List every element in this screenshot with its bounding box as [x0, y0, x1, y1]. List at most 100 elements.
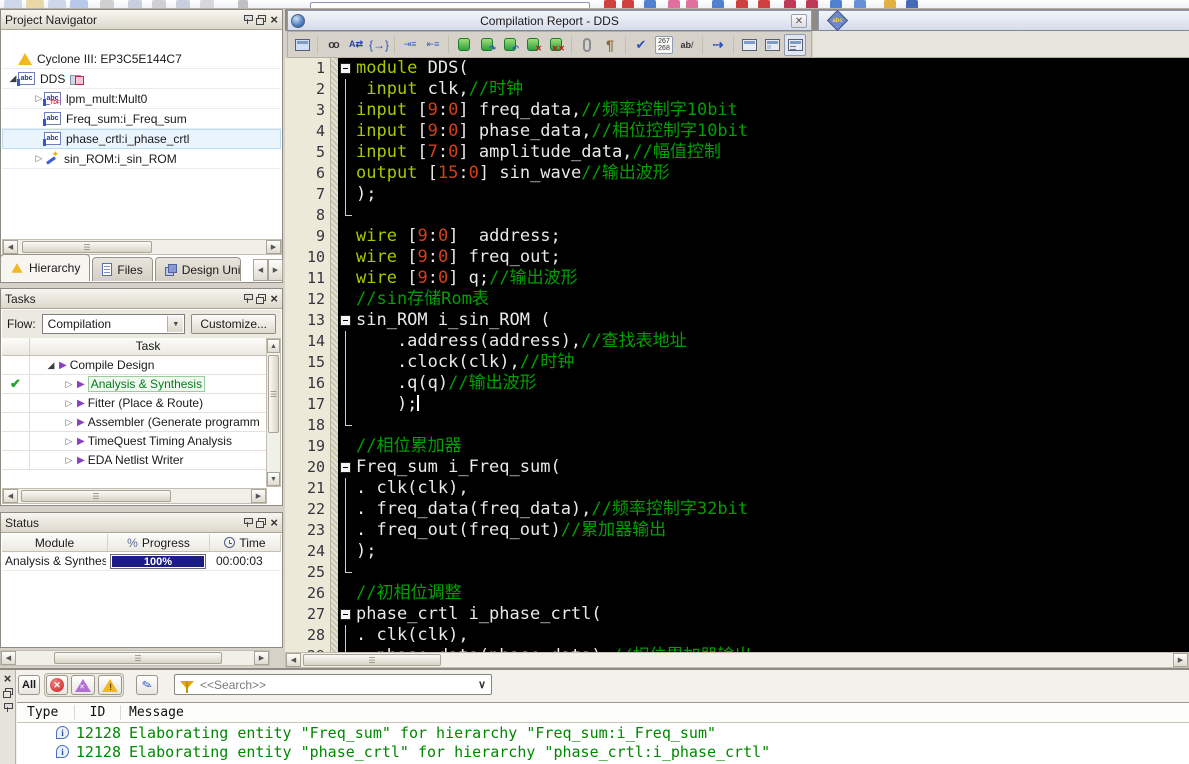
find-icon[interactable]: oo — [322, 34, 344, 56]
status-header[interactable]: Status × — [1, 513, 282, 533]
editor-hscrollbar[interactable]: ◀ ☰ ▶ — [285, 652, 1189, 668]
tasks-vscrollbar[interactable]: ▲ ☰ ▼ — [266, 338, 281, 487]
task-row-fitter-place-route-[interactable]: ▷ ▶ Fitter (Place & Route) — [2, 394, 266, 413]
message-row[interactable]: i 12128 Elaborating entity "Freq_sum" for … — [17, 723, 1189, 742]
hierarchy-tree[interactable]: Cyclone III: EP3C5E144C7◢abcDDS▷abclpm_m… — [2, 31, 281, 239]
fold-toggle-icon[interactable] — [338, 604, 354, 625]
close-icon[interactable]: × — [4, 672, 12, 685]
task-row-analysis-synthesis[interactable]: ✔ ▷ ▶ Analysis & Synthesis — [2, 375, 266, 394]
task-row-compile-design[interactable]: ◢ ▶ Compile Design — [2, 356, 266, 375]
pin-icon[interactable] — [3, 702, 13, 713]
compilation-report-titlebar[interactable]: Compilation Report - DDS ✕ — [287, 10, 812, 31]
tasks-header[interactable]: Tasks × — [1, 289, 282, 309]
scroll-up-icon[interactable]: ▲ — [267, 339, 280, 353]
tab-design-units[interactable]: Design Units — [154, 257, 241, 281]
float-icon[interactable] — [256, 293, 267, 304]
line-counter-icon[interactable]: 267 268 — [653, 34, 675, 56]
pin-icon[interactable] — [243, 293, 254, 304]
task-row-assembler-generate-programm[interactable]: ▷ ▶ Assembler (Generate programm — [2, 413, 266, 432]
expander-icon[interactable]: ▷ — [64, 379, 74, 390]
message-search-box[interactable]: <<Search>> ∨ — [174, 674, 492, 695]
jump-icon[interactable]: ⇢ — [707, 34, 729, 56]
expander-icon[interactable]: ◢ — [46, 360, 56, 371]
bookmark-icon[interactable] — [453, 34, 475, 56]
task-row-eda-netlist-writer[interactable]: ▷ ▶ EDA Netlist Writer — [2, 451, 266, 470]
pin-icon[interactable] — [243, 517, 254, 528]
project-navigator-header[interactable]: Project Navigator × — [1, 10, 282, 30]
task-list[interactable]: ◢ ▶ Compile Design ✔ ▷ ▶ Analysis & Synthesis ▷… — [2, 356, 266, 487]
bookmark-prev-icon[interactable]: ↶ — [499, 34, 521, 56]
tree-item-freq-sum-i-freq-sum[interactable]: abc Freq_sum:i_Freq_sum — [2, 109, 281, 129]
close-icon[interactable]: × — [270, 13, 278, 26]
close-icon[interactable]: × — [270, 516, 278, 529]
tree-item-lpm-mult-mult0[interactable]: ▷abclpm_mult:Mult0 — [2, 89, 281, 109]
chevron-down-icon[interactable]: ∨ — [478, 678, 486, 691]
indent-icon[interactable]: ⇥≡ — [399, 34, 421, 56]
tasks-hscrollbar[interactable]: ◀ ☰ ▶ — [2, 488, 267, 504]
close-icon[interactable]: ✕ — [791, 14, 807, 28]
filter-errors-button[interactable]: ✕ — [46, 675, 69, 695]
tree-item-phase-crtl-i-phase-crtl[interactable]: abc phase_crtl:i_phase_crtl — [2, 129, 281, 149]
fold-toggle-icon[interactable] — [338, 310, 354, 331]
expander-icon[interactable]: ▷ — [64, 417, 74, 428]
customize-button[interactable]: Customize... — [191, 314, 276, 334]
fold-toggle-icon[interactable] — [338, 58, 354, 79]
tree-item-cyclone-iii-ep3c5e144c7[interactable]: Cyclone III: EP3C5E144C7 — [2, 49, 281, 69]
bookmark-delete-icon[interactable]: ✕ — [522, 34, 544, 56]
script-icon[interactable]: ¶ — [599, 34, 621, 56]
scroll-left-icon[interactable]: ◀ — [253, 259, 268, 281]
code-line-21: 21 . clk(clk), — [285, 478, 1189, 499]
pane-list-icon[interactable] — [784, 33, 806, 56]
float-icon[interactable] — [2, 688, 13, 698]
flow-select[interactable]: Compilation ▼ — [41, 314, 186, 334]
report-settings-icon[interactable] — [291, 34, 313, 56]
fold-guide — [338, 394, 354, 415]
comment-icon[interactable]: ab/ — [676, 34, 698, 56]
expander-icon[interactable]: ▷ — [64, 436, 74, 447]
line-counter-box: 267 268 — [655, 35, 673, 54]
tab-files[interactable]: Files — [92, 257, 153, 281]
float-icon[interactable] — [256, 14, 267, 25]
left-dock-hscrollbar[interactable]: ◀ ☰ ▶ — [0, 650, 270, 666]
scroll-left-icon[interactable]: ◀ — [3, 240, 18, 254]
scroll-left-icon[interactable]: ◀ — [1, 651, 16, 665]
pin-icon[interactable] — [243, 14, 254, 25]
expander-icon[interactable]: ▷ — [34, 153, 44, 164]
tree-item-dds[interactable]: ◢ abc DDS — [2, 69, 281, 89]
flag-messages-button[interactable]: ✎ — [136, 675, 159, 695]
pane-split-icon[interactable] — [761, 34, 783, 56]
message-row[interactable]: i 12128 Elaborating entity "phase_crtl" fo… — [17, 742, 1189, 761]
task-row-timequest-timing-analysis[interactable]: ▷ ▶ TimeQuest Timing Analysis — [2, 432, 266, 451]
replace-icon[interactable]: A⇄ — [345, 34, 367, 56]
scroll-right-icon[interactable]: ▶ — [268, 259, 283, 281]
fold-toggle-icon[interactable] — [338, 457, 354, 478]
tree-item-sin-rom-i-sin-rom[interactable]: ▷ sin_ROM:i_sin_ROM — [2, 149, 281, 169]
scroll-right-icon[interactable]: ▶ — [1173, 653, 1188, 667]
scroll-left-icon[interactable]: ◀ — [3, 489, 18, 503]
line-number: 9 — [315, 227, 325, 245]
filter-critical-warnings-button[interactable] — [71, 675, 96, 695]
scroll-right-icon[interactable]: ▶ — [254, 651, 269, 665]
filter-warnings-button[interactable] — [98, 675, 123, 695]
expander-icon[interactable]: ▷ — [64, 398, 74, 409]
scroll-right-icon[interactable]: ▶ — [251, 489, 266, 503]
code-editor[interactable]: 1 module DDS(2 input clk,//时钟 3 input [9:0]… — [285, 58, 1189, 652]
filter-all-button[interactable]: All — [18, 675, 41, 695]
close-icon[interactable]: × — [270, 292, 278, 305]
bookmark-next-icon[interactable]: ↷ — [476, 34, 498, 56]
pane-single-icon[interactable] — [738, 34, 760, 56]
expander-icon[interactable]: ▷ — [64, 455, 74, 466]
spell-check-icon[interactable]: ✔ — [630, 34, 652, 56]
messages-dock-strip: × — [0, 670, 16, 764]
tab-hierarchy[interactable]: Hierarchy — [0, 254, 91, 281]
outdent-icon[interactable]: ⇤≡ — [422, 34, 444, 56]
scroll-left-icon[interactable]: ◀ — [286, 653, 301, 667]
scroll-down-icon[interactable]: ▼ — [267, 472, 280, 486]
bookmark-delete-all-icon[interactable]: ✕✕ — [545, 34, 567, 56]
goto-icon[interactable]: {→} — [368, 34, 390, 56]
scroll-right-icon[interactable]: ▶ — [266, 240, 281, 254]
attach-icon[interactable] — [576, 34, 598, 56]
float-icon[interactable] — [256, 517, 267, 528]
status-panel: Status × Module % Progress Time Analysis… — [0, 512, 283, 648]
dds-file-titlebar[interactable]: abc DDS.v — [818, 9, 1189, 32]
